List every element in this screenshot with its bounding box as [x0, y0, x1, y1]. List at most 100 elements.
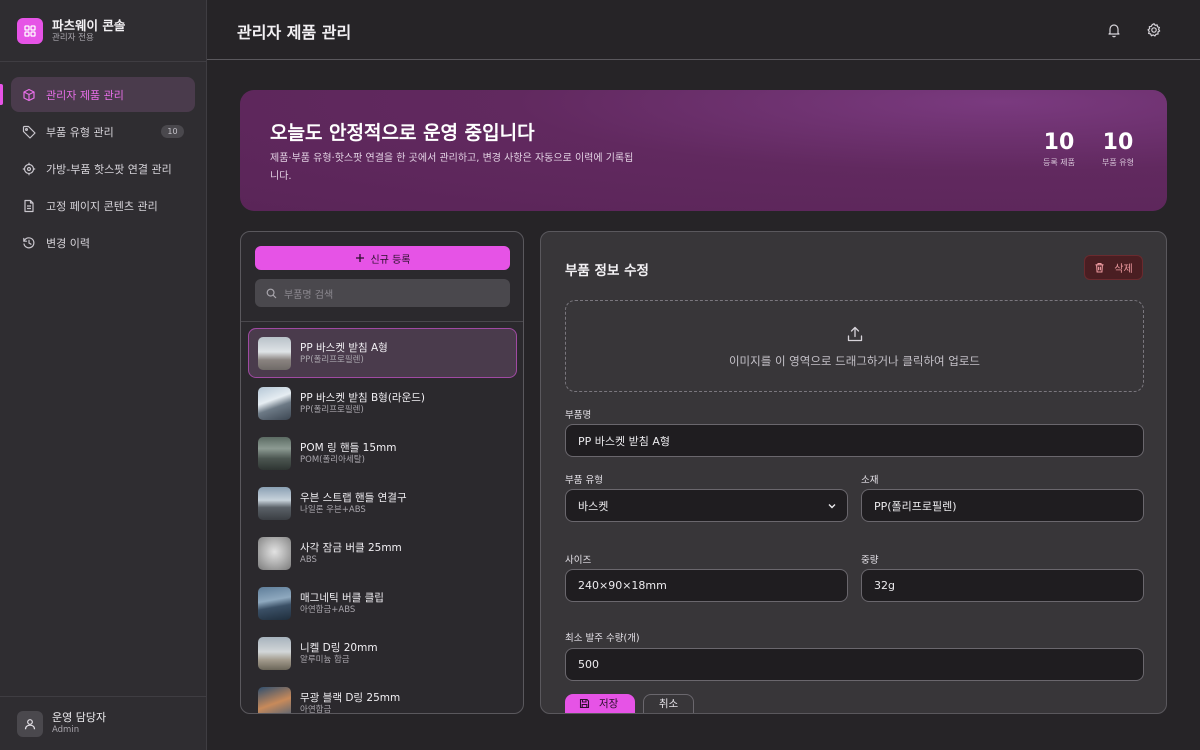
sidebar-item-label: 부품 유형 관리: [46, 125, 114, 139]
stat-registered-products: 10 등록 제품: [1043, 130, 1075, 170]
item-material: POM(폴리아세탈): [300, 454, 365, 465]
item-material: 아연합금: [300, 704, 332, 714]
grid-logo-icon: [17, 17, 43, 44]
stat-value: 10: [1043, 130, 1075, 155]
list-item[interactable]: 우븐 스트랩 핸들 연결구 나일론 우븐+ABS: [248, 478, 517, 528]
user-profile[interactable]: 운영 담당자 Admin: [0, 696, 206, 750]
item-material: ABS: [300, 554, 317, 565]
part-type-value: 바스켓: [578, 499, 609, 513]
item-name: 우븐 스트랩 핸들 연결구: [300, 491, 407, 504]
form-title: 부품 정보 수정: [565, 263, 649, 279]
item-material: 아연합금+ABS: [300, 604, 356, 615]
item-material: PP(폴리프로필렌): [300, 404, 364, 415]
weight-input[interactable]: 32g: [861, 569, 1144, 602]
stat-label: 부품 유형: [1102, 158, 1134, 167]
stat-part-types: 10 부품 유형: [1102, 130, 1134, 170]
brand-title: 파츠웨이 콘솔: [52, 17, 126, 33]
search-input[interactable]: 부품명 검색: [255, 279, 510, 307]
count-badge: 10: [161, 125, 184, 138]
list-item[interactable]: PP 바스켓 받침 B형(라운드) PP(폴리프로필렌): [248, 378, 517, 428]
bell-icon[interactable]: [1106, 22, 1122, 38]
hero-banner: 오늘도 안정적으로 운영 중입니다 제품·부품 유형·핫스팟 연결을 한 곳에서…: [240, 90, 1167, 211]
delete-label: 삭제: [1114, 264, 1133, 275]
upload-instructions: 이미지를 이 영역으로 드래그하거나 클릭하여 업로드: [728, 354, 981, 368]
part-edit-form: 부품 정보 수정 삭제 이미지를 이 영역으로 드래그하거나 클릭하여 업로드 …: [540, 231, 1167, 714]
sidebar-item-label: 변경 이력: [46, 236, 90, 250]
cancel-button[interactable]: 취소: [643, 694, 694, 713]
field-label: 소재: [861, 475, 879, 486]
image-upload-dropzone[interactable]: 이미지를 이 영역으로 드래그하거나 클릭하여 업로드: [565, 300, 1144, 392]
hero-title: 오늘도 안정적으로 운영 중입니다: [270, 122, 535, 144]
list-item[interactable]: 니켈 D링 20mm 알루미늄 합금: [248, 628, 517, 678]
list-item[interactable]: PP 바스켓 받침 A형 PP(폴리프로필렌): [248, 328, 517, 378]
list-item[interactable]: 사각 잠금 버클 25mm ABS: [248, 528, 517, 578]
sidebar-item-hotspot-links[interactable]: 가방-부품 핫스팟 연결 관리: [11, 151, 195, 186]
save-button[interactable]: 저장: [565, 694, 635, 713]
part-type-select[interactable]: 바스켓: [565, 489, 848, 522]
list-item[interactable]: 무광 블랙 D링 25mm 아연합금: [248, 678, 517, 714]
item-material: 나일론 우븐+ABS: [300, 504, 366, 515]
upload-icon: [847, 326, 863, 342]
parts-list-panel: 신규 등록 부품명 검색 PP 바스켓 받침 A형 PP(폴리프로필렌) PP …: [240, 231, 524, 714]
save-label: 저장: [599, 697, 619, 710]
list-item[interactable]: POM 링 핸들 15mm POM(폴리아세탈): [248, 428, 517, 478]
item-name: 사각 잠금 버클 25mm: [300, 541, 402, 554]
size-input[interactable]: 240×90×18mm: [565, 569, 848, 602]
thumbnail-image: [258, 486, 291, 520]
sidebar-item-static-pages[interactable]: 고정 페이지 콘텐츠 관리: [11, 188, 195, 223]
parts-list: PP 바스켓 받침 A형 PP(폴리프로필렌) PP 바스켓 받침 B형(라운드…: [248, 328, 517, 714]
history-icon: [22, 236, 36, 250]
sidebar-item-part-types[interactable]: 부품 유형 관리 10: [11, 114, 195, 149]
divider: [241, 321, 523, 322]
sidebar-item-product-management[interactable]: 관리자 제품 관리: [0, 77, 195, 112]
sidebar-nav: 관리자 제품 관리 부품 유형 관리 10 가방-부품 핫스팟 연결 관리 고정…: [0, 62, 206, 260]
brand-subtitle: 관리자 전용: [52, 32, 94, 43]
document-icon: [22, 199, 36, 213]
user-name: 운영 담당자: [52, 711, 107, 724]
item-name: PP 바스켓 받침 A형: [300, 341, 388, 354]
save-icon: [579, 698, 590, 708]
new-register-label: 신규 등록: [370, 254, 411, 266]
search-icon: [266, 288, 277, 298]
thumbnail-image: [258, 386, 291, 420]
stat-value: 10: [1102, 130, 1134, 155]
delete-button[interactable]: 삭제: [1084, 255, 1143, 280]
item-name: 매그네틱 버클 클립: [300, 591, 384, 604]
cancel-label: 취소: [658, 697, 679, 710]
thumbnail-image: [258, 686, 291, 713]
thumbnail-image: [258, 436, 291, 470]
top-header: 관리자 제품 관리: [207, 0, 1200, 60]
thumbnail-image: [258, 336, 291, 370]
hero-description: 제품·부품 유형·핫스팟 연결을 한 곳에서 관리하고, 변경 사항은 자동으로…: [270, 153, 634, 182]
page-title: 관리자 제품 관리: [237, 23, 352, 42]
field-label: 사이즈: [565, 555, 592, 566]
part-name-input[interactable]: PP 바스켓 받침 A형: [565, 424, 1144, 457]
stat-label: 등록 제품: [1043, 158, 1075, 167]
list-item[interactable]: 매그네틱 버클 클립 아연합금+ABS: [248, 578, 517, 628]
new-register-button[interactable]: 신규 등록: [255, 246, 510, 270]
user-role: Admin: [52, 725, 80, 735]
cube-icon: [22, 88, 36, 102]
sidebar-item-label: 관리자 제품 관리: [46, 88, 124, 102]
thumbnail-image: [258, 586, 291, 620]
field-label: 최소 발주 수량(개): [565, 633, 640, 644]
item-name: 무광 블랙 D링 25mm: [300, 691, 401, 704]
tag-icon: [22, 125, 36, 139]
target-icon: [22, 162, 36, 176]
material-input[interactable]: PP(폴리프로필렌): [861, 489, 1144, 522]
brand: 파츠웨이 콘솔 관리자 전용: [0, 0, 206, 62]
sidebar-item-label: 가방-부품 핫스팟 연결 관리: [46, 162, 172, 176]
sidebar: 파츠웨이 콘솔 관리자 전용 관리자 제품 관리 부품 유형 관리 10 가방-…: [0, 0, 207, 750]
user-avatar-icon: [17, 710, 43, 737]
chevron-down-icon: [828, 504, 836, 509]
moq-input[interactable]: 500: [565, 648, 1144, 681]
thumbnail-image: [258, 536, 291, 570]
trash-icon: [1095, 262, 1104, 273]
gear-icon[interactable]: [1146, 22, 1162, 38]
search-placeholder: 부품명 검색: [284, 289, 334, 301]
item-name: 니켈 D링 20mm: [300, 641, 378, 654]
item-material: PP(폴리프로필렌): [300, 354, 364, 365]
sidebar-item-history[interactable]: 변경 이력: [11, 225, 195, 260]
thumbnail-image: [258, 636, 291, 670]
plus-icon: [355, 254, 364, 262]
